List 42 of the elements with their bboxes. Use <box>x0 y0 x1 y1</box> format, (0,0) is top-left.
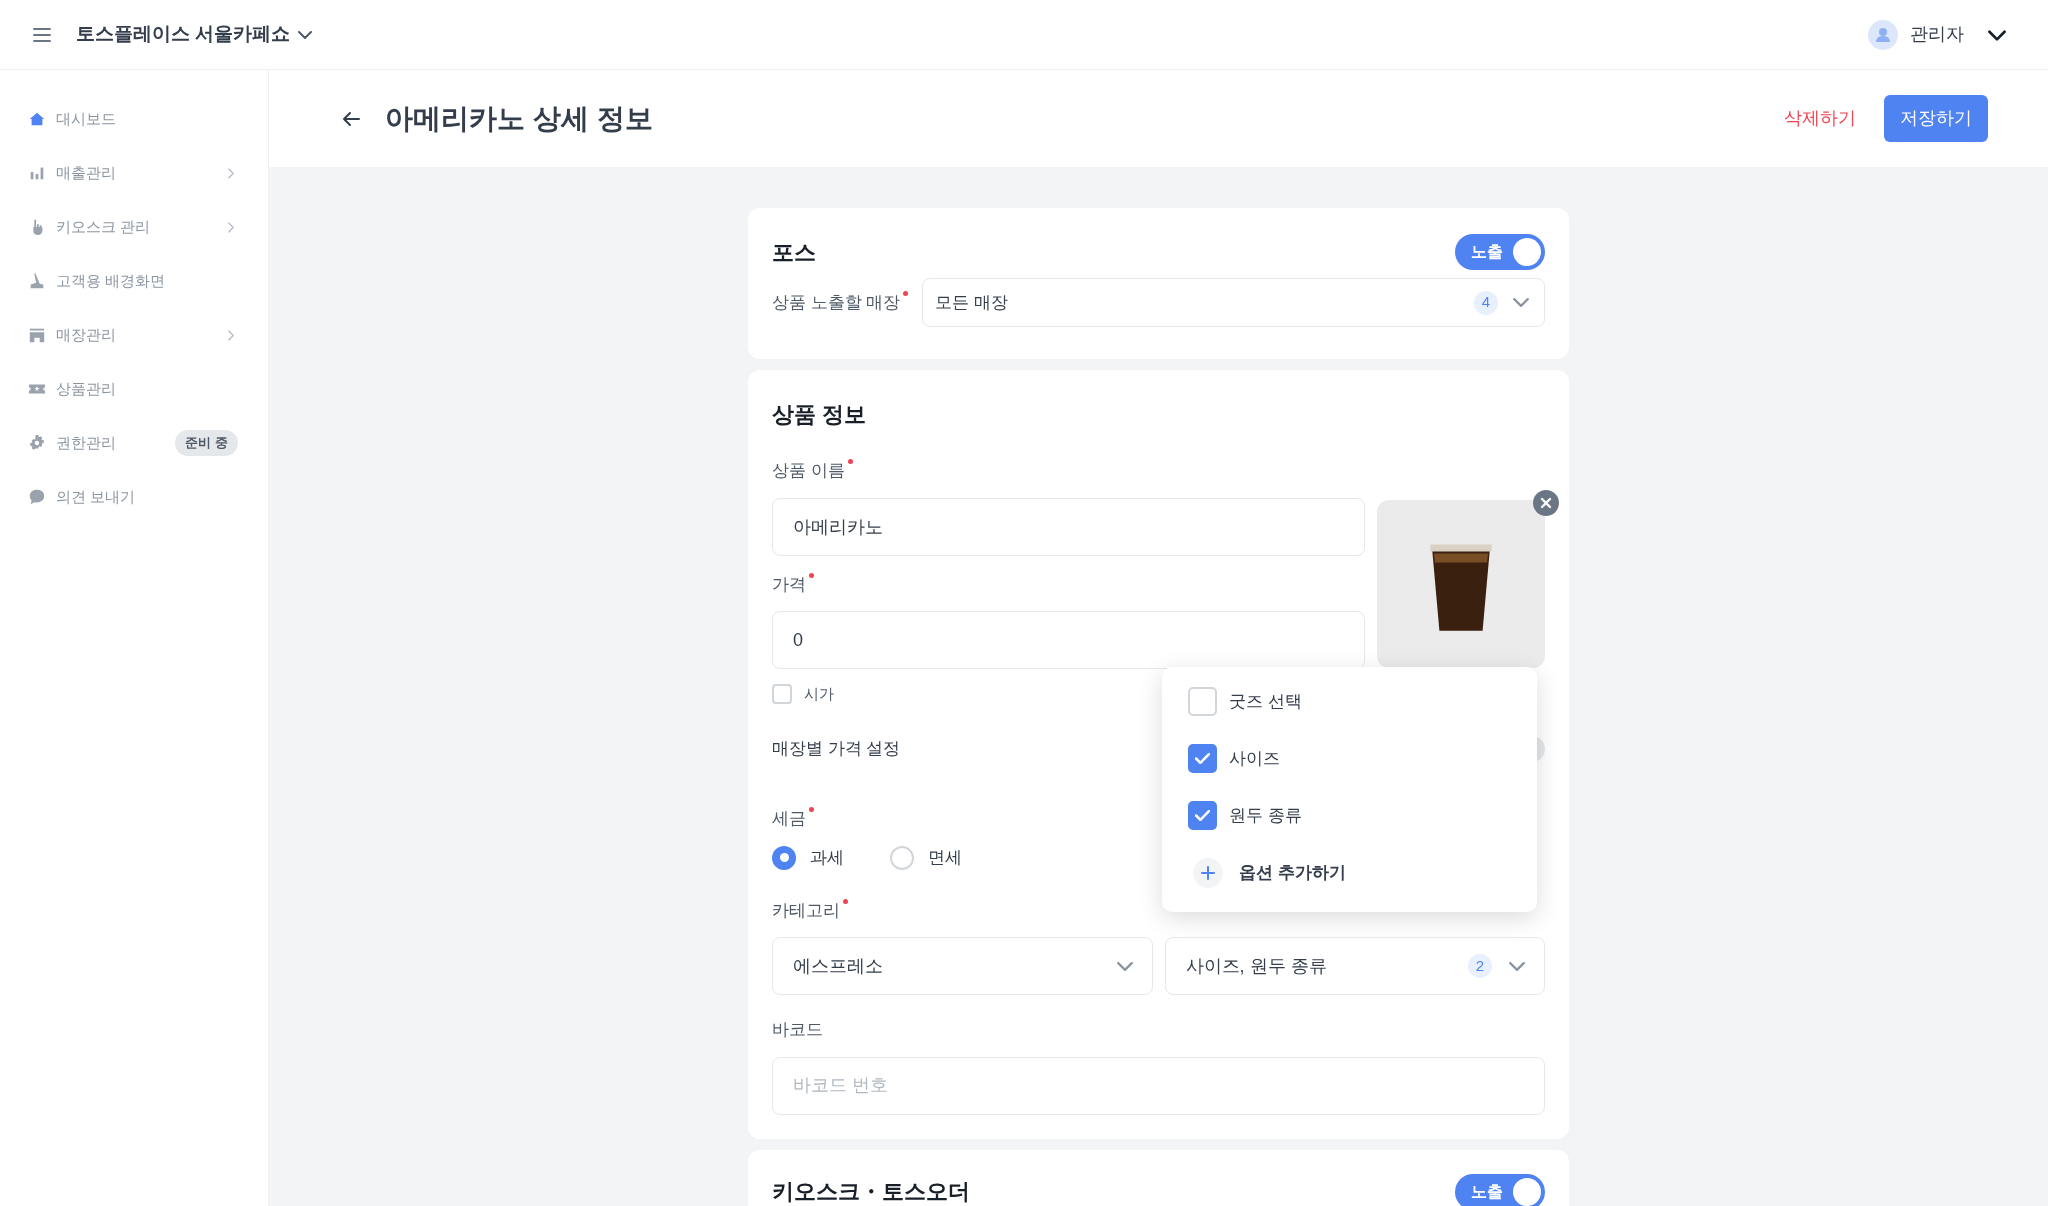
field-label: 가격 <box>772 573 806 596</box>
field-label: 세금 <box>772 807 806 830</box>
plus-icon <box>1193 858 1223 888</box>
add-option-button[interactable]: 옵션 추가하기 <box>1188 858 1346 888</box>
section-title: 키오스크・토스오더 <box>772 1178 970 1206</box>
sidebar-item[interactable]: 권한관리 준비 중 <box>0 416 268 470</box>
user-menu[interactable]: 관리자 <box>1868 19 2010 50</box>
field-label: 카테고리 <box>772 899 840 922</box>
count-badge: 2 <box>1468 954 1492 978</box>
barcode-input[interactable]: 바코드 번호 <box>772 1056 1545 1115</box>
field-label: 상품 이름 <box>772 460 845 482</box>
option-select[interactable]: 사이즈, 원두 종류 2 <box>1164 937 1545 995</box>
store-selector[interactable]: 토스플레이스 서울카페쇼 <box>76 20 313 49</box>
delete-button[interactable]: 삭제하기 <box>1774 97 1866 140</box>
chevron-down-icon <box>1509 961 1525 971</box>
check-icon <box>1195 810 1210 821</box>
market-price-checkbox[interactable]: 시가 <box>772 683 834 706</box>
field-label: 매장별 가격 설정 <box>772 737 901 760</box>
page-title: 아메리카노 상세 정보 <box>385 101 653 136</box>
option-checkbox[interactable]: 원두 종류 <box>1188 801 1302 830</box>
visibility-toggle[interactable]: 노출 <box>1455 234 1545 270</box>
chevron-down-icon <box>1116 961 1133 971</box>
section-title: 포스 <box>772 238 816 267</box>
option-checkbox[interactable]: 굿즈 선택 <box>1188 687 1302 716</box>
product-name-input[interactable]: 아메리카노 <box>772 497 1365 556</box>
option-checkbox[interactable]: 사이즈 <box>1188 744 1280 773</box>
status-badge: 준비 중 <box>175 430 238 456</box>
tax-radio[interactable]: 과세 <box>772 845 844 871</box>
category-select[interactable]: 에스프레소 <box>772 937 1153 995</box>
user-avatar-icon <box>1868 19 1898 50</box>
chevron-down-icon <box>1513 298 1529 307</box>
field-label: 상품 노출할 매장 <box>772 291 901 314</box>
check-icon <box>1195 753 1210 764</box>
close-icon[interactable] <box>1533 490 1559 516</box>
field-label: 바코드 <box>772 1019 823 1041</box>
visibility-toggle[interactable]: 노출 <box>1455 1173 1545 1206</box>
section-title: 상품 정보 <box>772 401 868 429</box>
store-select[interactable]: 모든 매장 4 <box>922 278 1545 327</box>
tax-radio[interactable]: 면세 <box>890 845 962 871</box>
count-badge: 4 <box>1474 290 1498 315</box>
chevron-down-icon <box>298 30 313 39</box>
save-button[interactable]: 저장하기 <box>1884 95 1988 142</box>
